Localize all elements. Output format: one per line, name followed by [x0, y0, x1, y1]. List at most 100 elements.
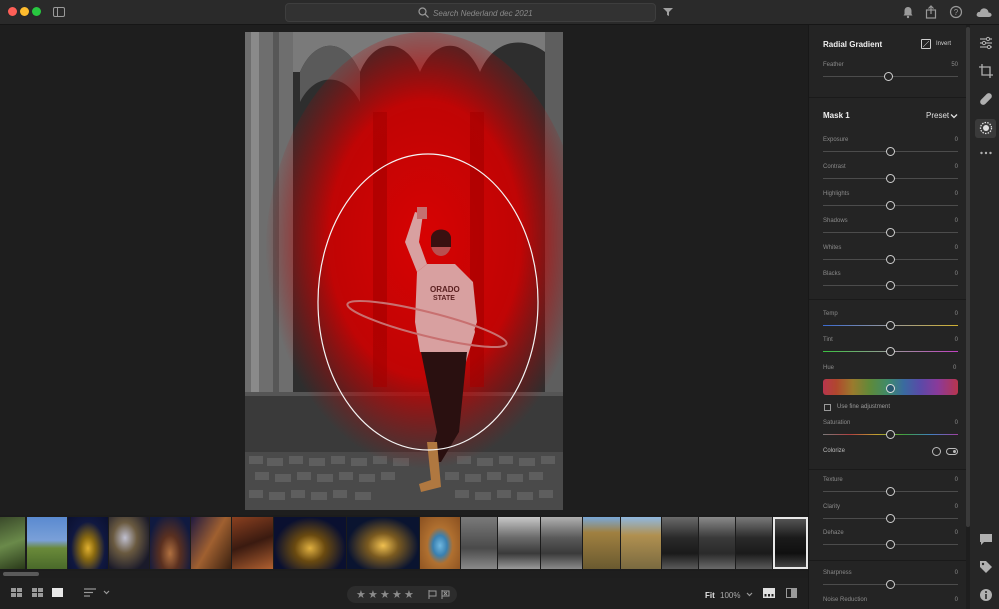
- slider-value[interactable]: 0: [955, 218, 958, 224]
- healing-icon[interactable]: [979, 92, 993, 106]
- slider-knob[interactable]: [886, 540, 895, 549]
- bell-icon[interactable]: [901, 5, 915, 19]
- preset-dropdown[interactable]: Preset: [926, 111, 949, 120]
- hue-slider-knob[interactable]: [886, 384, 895, 393]
- filmstrip-thumbnail[interactable]: [461, 517, 497, 569]
- photo-canvas[interactable]: ORADO STATE: [0, 25, 808, 515]
- dehaze-slider[interactable]: Dehaze 0: [823, 530, 958, 550]
- slider-value[interactable]: 0: [955, 420, 958, 426]
- filmstrip-thumbnail[interactable]: [0, 517, 25, 569]
- contrast-slider[interactable]: Contrast 0: [823, 164, 958, 184]
- feather-slider[interactable]: Feather 50: [823, 62, 958, 82]
- slider-knob[interactable]: [886, 228, 895, 237]
- tint-slider[interactable]: Tint 0: [823, 337, 958, 357]
- edit-sliders-icon[interactable]: [979, 36, 993, 50]
- search-bar[interactable]: [285, 3, 656, 22]
- tag-icon[interactable]: [979, 560, 993, 574]
- fine-adjust-label[interactable]: Use fine adjustment: [837, 404, 890, 410]
- chevron-down-icon[interactable]: [950, 112, 958, 120]
- filmstrip-thumbnail[interactable]: [498, 517, 540, 569]
- filter-icon[interactable]: [663, 7, 673, 17]
- slider-value[interactable]: 0: [955, 477, 958, 483]
- slider-value[interactable]: 0: [955, 137, 958, 143]
- slider-knob[interactable]: [886, 147, 895, 156]
- texture-slider[interactable]: Texture 0: [823, 477, 958, 497]
- sort-icon[interactable]: [84, 588, 96, 597]
- star-icon[interactable]: ★: [356, 588, 366, 601]
- slider-knob[interactable]: [886, 174, 895, 183]
- slider-knob[interactable]: [884, 72, 893, 81]
- colorize-toggle[interactable]: [946, 448, 958, 455]
- chevron-down-icon[interactable]: [103, 588, 110, 597]
- cloud-icon[interactable]: [975, 5, 993, 19]
- more-icon[interactable]: [979, 146, 993, 160]
- saturation-slider[interactable]: Saturation 0: [823, 420, 958, 440]
- info-icon[interactable]: [979, 588, 993, 602]
- before-after-icon[interactable]: [786, 588, 797, 598]
- flag-pick-icon[interactable]: [428, 590, 437, 599]
- star-icon[interactable]: ★: [404, 588, 414, 601]
- filmstrip-thumbnail[interactable]: [736, 517, 772, 569]
- filmstrip-scrollbar[interactable]: [3, 572, 39, 576]
- filmstrip-thumbnail[interactable]: [347, 517, 419, 569]
- slider-knob[interactable]: [886, 281, 895, 290]
- zoom-window-button[interactable]: [32, 7, 41, 16]
- shadows-slider[interactable]: Shadows 0: [823, 218, 958, 238]
- share-icon[interactable]: [924, 5, 938, 19]
- square-grid-icon[interactable]: [11, 588, 22, 597]
- filmstrip-thumbnail[interactable]: [621, 517, 661, 569]
- star-icon[interactable]: ★: [392, 588, 402, 601]
- sharpness-slider[interactable]: Sharpness 0: [823, 570, 958, 590]
- filmstrip-thumbnail[interactable]: [583, 517, 620, 569]
- slider-value[interactable]: 0: [955, 570, 958, 576]
- zoom-level[interactable]: 100%: [720, 591, 740, 600]
- search-input[interactable]: [433, 5, 633, 21]
- minimize-window-button[interactable]: [20, 7, 29, 16]
- filmstrip-thumbnail[interactable]: [420, 517, 460, 569]
- slider-knob[interactable]: [886, 487, 895, 496]
- comment-icon[interactable]: [979, 532, 993, 546]
- star-icon[interactable]: ★: [368, 588, 378, 601]
- slider-value[interactable]: 0: [955, 191, 958, 197]
- filmstrip-thumbnail[interactable]: [232, 517, 273, 569]
- star-icon[interactable]: ★: [380, 588, 390, 601]
- sidebar-toggle-icon[interactable]: [53, 7, 65, 17]
- crop-icon[interactable]: [979, 64, 993, 78]
- slider-value[interactable]: 0: [955, 311, 958, 317]
- slider-knob[interactable]: [886, 201, 895, 210]
- help-icon[interactable]: ?: [949, 5, 963, 19]
- slider-value[interactable]: 50: [951, 62, 958, 68]
- filmstrip-thumbnail[interactable]: [150, 517, 190, 569]
- highlights-slider[interactable]: Highlights 0: [823, 191, 958, 211]
- slider-value[interactable]: 0: [955, 271, 958, 277]
- noise-reduction-slider[interactable]: Noise Reduction 0: [823, 597, 958, 609]
- colorize-swatch[interactable]: [932, 447, 941, 456]
- slider-knob[interactable]: [886, 321, 895, 330]
- filmstrip-thumbnail-selected[interactable]: [773, 517, 808, 569]
- exposure-slider[interactable]: Exposure 0: [823, 137, 958, 157]
- zoom-chevron-icon[interactable]: [746, 591, 753, 598]
- fine-adjust-checkbox[interactable]: [824, 404, 831, 411]
- slider-knob[interactable]: [886, 514, 895, 523]
- flag-reject-icon[interactable]: [441, 590, 450, 599]
- invert-label[interactable]: Invert: [936, 41, 951, 47]
- invert-icon[interactable]: [921, 39, 931, 49]
- filmstrip-thumbnail[interactable]: [699, 517, 735, 569]
- blacks-slider[interactable]: Blacks 0: [823, 271, 958, 291]
- slider-knob[interactable]: [886, 255, 895, 264]
- filmstrip-thumbnail[interactable]: [68, 517, 108, 569]
- filmstrip-thumbnail[interactable]: [662, 517, 698, 569]
- fit-label[interactable]: Fit: [705, 591, 715, 600]
- slider-value[interactable]: 0: [955, 597, 958, 603]
- slider-value[interactable]: 0: [955, 337, 958, 343]
- close-window-button[interactable]: [8, 7, 17, 16]
- photo-grid-icon[interactable]: [32, 588, 43, 597]
- clarity-slider[interactable]: Clarity 0: [823, 504, 958, 524]
- slider-value[interactable]: 0: [955, 245, 958, 251]
- hue-value[interactable]: 0: [953, 365, 956, 371]
- filmstrip-thumbnail[interactable]: [27, 517, 67, 569]
- filmstrip-thumbnail[interactable]: [109, 517, 149, 569]
- slider-value[interactable]: 0: [955, 164, 958, 170]
- show-filmstrip-icon[interactable]: [763, 588, 775, 598]
- slider-knob[interactable]: [886, 430, 895, 439]
